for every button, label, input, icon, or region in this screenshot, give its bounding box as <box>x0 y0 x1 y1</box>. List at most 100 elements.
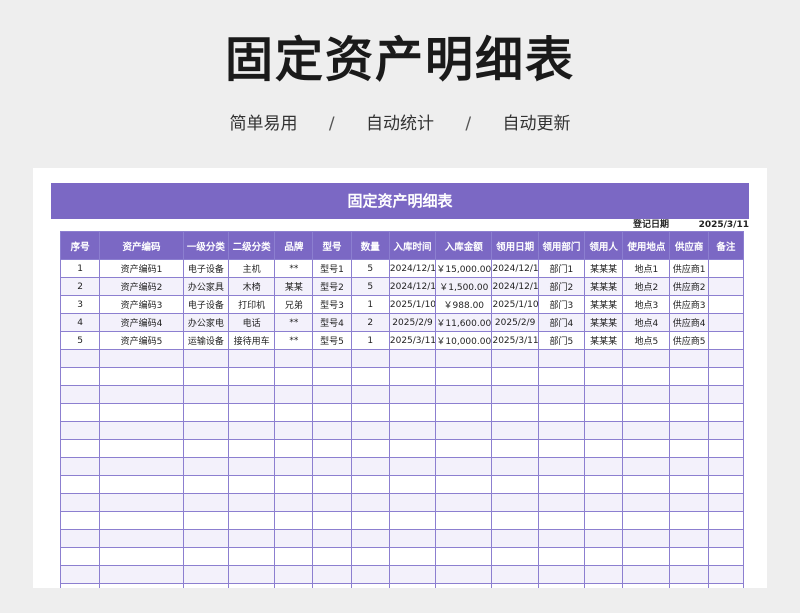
table-cell[interactable] <box>583 385 624 404</box>
table-cell[interactable] <box>227 403 276 422</box>
table-cell[interactable] <box>435 583 493 588</box>
table-cell[interactable]: 2025/1/10 <box>491 295 539 314</box>
table-cell[interactable] <box>583 529 624 548</box>
table-cell[interactable]: 电子设备 <box>182 259 229 278</box>
table-cell[interactable] <box>274 403 314 422</box>
table-cell[interactable] <box>182 385 229 404</box>
table-cell[interactable] <box>182 583 229 588</box>
table-cell[interactable] <box>583 475 624 494</box>
table-cell[interactable] <box>583 493 624 512</box>
table-cell[interactable] <box>312 385 352 404</box>
table-cell[interactable] <box>59 349 101 368</box>
table-cell[interactable] <box>99 475 184 494</box>
table-cell[interactable]: 2024/12/11 <box>491 259 539 278</box>
table-cell[interactable] <box>227 565 276 584</box>
table-cell[interactable] <box>707 367 745 386</box>
column-header[interactable]: 序号 <box>59 231 101 260</box>
table-cell[interactable] <box>707 475 745 494</box>
table-cell[interactable]: 供应商1 <box>669 259 709 278</box>
table-cell[interactable] <box>99 547 184 566</box>
table-cell[interactable]: ** <box>274 331 314 350</box>
table-cell[interactable] <box>537 457 586 476</box>
table-cell[interactable]: 型号2 <box>312 277 352 296</box>
table-cell[interactable] <box>583 547 624 566</box>
table-cell[interactable]: 办公家电 <box>182 313 229 332</box>
table-cell[interactable] <box>227 475 276 494</box>
table-cell[interactable] <box>350 385 390 404</box>
table-cell[interactable]: 某某某 <box>583 313 624 332</box>
table-cell[interactable] <box>350 403 390 422</box>
table-cell[interactable] <box>274 385 314 404</box>
table-cell[interactable] <box>274 475 314 494</box>
table-cell[interactable] <box>350 529 390 548</box>
table-cell[interactable] <box>537 439 586 458</box>
table-cell[interactable] <box>99 439 184 458</box>
table-cell[interactable]: ￥11,600.00 <box>435 313 493 332</box>
table-cell[interactable] <box>350 367 390 386</box>
table-cell[interactable] <box>669 493 709 512</box>
table-cell[interactable] <box>312 547 352 566</box>
table-cell[interactable] <box>435 385 493 404</box>
table-cell[interactable] <box>350 511 390 530</box>
table-cell[interactable] <box>99 493 184 512</box>
table-cell[interactable] <box>537 403 586 422</box>
table-cell[interactable]: 兄弟 <box>274 295 314 314</box>
table-cell[interactable]: ** <box>274 259 314 278</box>
table-cell[interactable] <box>59 421 101 440</box>
table-cell[interactable] <box>59 511 101 530</box>
table-cell[interactable] <box>312 493 352 512</box>
table-cell[interactable] <box>350 583 390 588</box>
table-cell[interactable] <box>537 385 586 404</box>
table-cell[interactable] <box>622 511 671 530</box>
table-cell[interactable] <box>491 439 539 458</box>
table-cell[interactable] <box>491 349 539 368</box>
table-cell[interactable]: ￥15,000.00 <box>435 259 493 278</box>
table-cell[interactable] <box>227 529 276 548</box>
table-cell[interactable] <box>669 349 709 368</box>
table-cell[interactable] <box>583 439 624 458</box>
table-cell[interactable] <box>707 313 745 332</box>
table-cell[interactable]: 部门4 <box>537 313 586 332</box>
table-cell[interactable] <box>435 475 493 494</box>
table-cell[interactable] <box>312 403 352 422</box>
table-cell[interactable] <box>583 403 624 422</box>
table-cell[interactable] <box>227 457 276 476</box>
table-cell[interactable]: 供应商4 <box>669 313 709 332</box>
table-cell[interactable] <box>491 385 539 404</box>
table-cell[interactable]: 2025/1/10 <box>388 295 437 314</box>
table-cell[interactable] <box>227 511 276 530</box>
table-cell[interactable] <box>669 367 709 386</box>
table-cell[interactable] <box>491 493 539 512</box>
table-cell[interactable] <box>182 493 229 512</box>
table-cell[interactable] <box>707 349 745 368</box>
column-header[interactable]: 领用日期 <box>491 231 539 260</box>
register-date-value[interactable]: 2025/3/11 <box>687 219 749 231</box>
table-cell[interactable] <box>99 349 184 368</box>
table-cell[interactable]: 木椅 <box>227 277 276 296</box>
table-cell[interactable] <box>537 421 586 440</box>
table-cell[interactable]: 地点1 <box>622 259 671 278</box>
table-cell[interactable]: 2024/12/11 <box>388 277 437 296</box>
table-cell[interactable]: 部门3 <box>537 295 586 314</box>
table-cell[interactable] <box>435 493 493 512</box>
table-cell[interactable] <box>583 421 624 440</box>
table-cell[interactable]: 某某某 <box>583 277 624 296</box>
table-cell[interactable] <box>707 385 745 404</box>
table-cell[interactable] <box>669 421 709 440</box>
table-cell[interactable]: ￥988.00 <box>435 295 493 314</box>
column-header[interactable]: 领用部门 <box>537 231 586 260</box>
table-cell[interactable] <box>537 475 586 494</box>
table-cell[interactable]: 地点2 <box>622 277 671 296</box>
table-cell[interactable]: 2025/2/9 <box>491 313 539 332</box>
table-cell[interactable] <box>622 493 671 512</box>
table-cell[interactable] <box>491 583 539 588</box>
table-cell[interactable] <box>491 547 539 566</box>
table-cell[interactable] <box>99 457 184 476</box>
table-cell[interactable] <box>622 439 671 458</box>
table-cell[interactable] <box>435 547 493 566</box>
table-cell[interactable] <box>59 457 101 476</box>
table-cell[interactable] <box>274 421 314 440</box>
table-cell[interactable]: 1 <box>350 331 390 350</box>
table-cell[interactable] <box>274 565 314 584</box>
column-header[interactable]: 一级分类 <box>182 231 229 260</box>
